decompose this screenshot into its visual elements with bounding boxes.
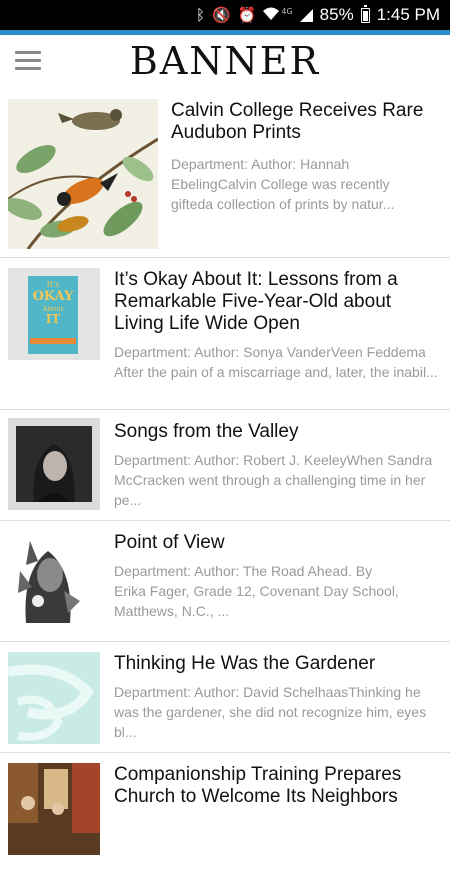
- article-snippet: Department: Author: Robert J. KeeleyWhen…: [114, 452, 433, 508]
- lte-icon: 4G: [281, 7, 293, 16]
- article-thumbnail: [8, 418, 100, 510]
- article-thumbnail: [8, 531, 100, 623]
- mute-icon: 🔇: [211, 5, 231, 24]
- article-item[interactable]: Companionship Training Prepares Church t…: [0, 753, 450, 873]
- article-title[interactable]: Calvin College Receives Rare Audubon Pri…: [171, 100, 426, 144]
- article-snippet: Department: Author: Sonya VanderVeen Fed…: [114, 344, 438, 380]
- article-title[interactable]: It’s Okay About It: Lessons from a Remar…: [114, 269, 444, 335]
- article-item[interactable]: Point of View Department: Author: The Ro…: [0, 521, 450, 642]
- article-thumbnail: [8, 763, 100, 855]
- article-thumbnail: [8, 99, 158, 249]
- article-snippet: Department: Author: The Road Ahead. By E…: [114, 563, 399, 619]
- article-title[interactable]: Companionship Training Prepares Church t…: [114, 764, 444, 808]
- alarm-icon: ⏰: [237, 5, 257, 24]
- status-time: 1:45 PM: [376, 5, 440, 24]
- article-snippet: Department: Author: David SchelhaasThink…: [114, 684, 427, 740]
- article-item[interactable]: It's OKAY About IT It’s Okay About It: L…: [0, 258, 450, 410]
- article-item[interactable]: Thinking He Was the Gardener Department:…: [0, 642, 450, 753]
- article-title[interactable]: Thinking He Was the Gardener: [114, 653, 444, 675]
- article-thumbnail: [8, 652, 100, 744]
- battery-percent: 85%: [319, 5, 354, 24]
- article-item[interactable]: Calvin College Receives Rare Audubon Pri…: [0, 87, 450, 258]
- battery-icon: [360, 4, 370, 23]
- book-cover-text: OKAY: [32, 289, 74, 304]
- article-snippet: Department: Author: Hannah EbelingCalvin…: [171, 156, 395, 212]
- banner-logo: BANNER: [129, 39, 321, 83]
- book-cover-text: IT: [45, 312, 61, 326]
- app-header: BANNER: [0, 35, 450, 87]
- article-list: Calvin College Receives Rare Audubon Pri…: [0, 87, 450, 873]
- bluetooth-icon: ᛒ: [195, 5, 205, 24]
- article-title[interactable]: Point of View: [114, 532, 444, 554]
- article-item[interactable]: Songs from the Valley Department: Author…: [0, 410, 450, 521]
- status-icons: ᛒ 🔇 ⏰ 4G 85% 1:45 PM: [196, 0, 440, 30]
- wifi-icon: [263, 7, 280, 23]
- status-bar: ᛒ 🔇 ⏰ 4G 85% 1:45 PM: [0, 0, 450, 30]
- signal-icon: [299, 8, 313, 22]
- article-thumbnail: It's OKAY About IT: [8, 268, 100, 360]
- article-title[interactable]: Songs from the Valley: [114, 421, 444, 443]
